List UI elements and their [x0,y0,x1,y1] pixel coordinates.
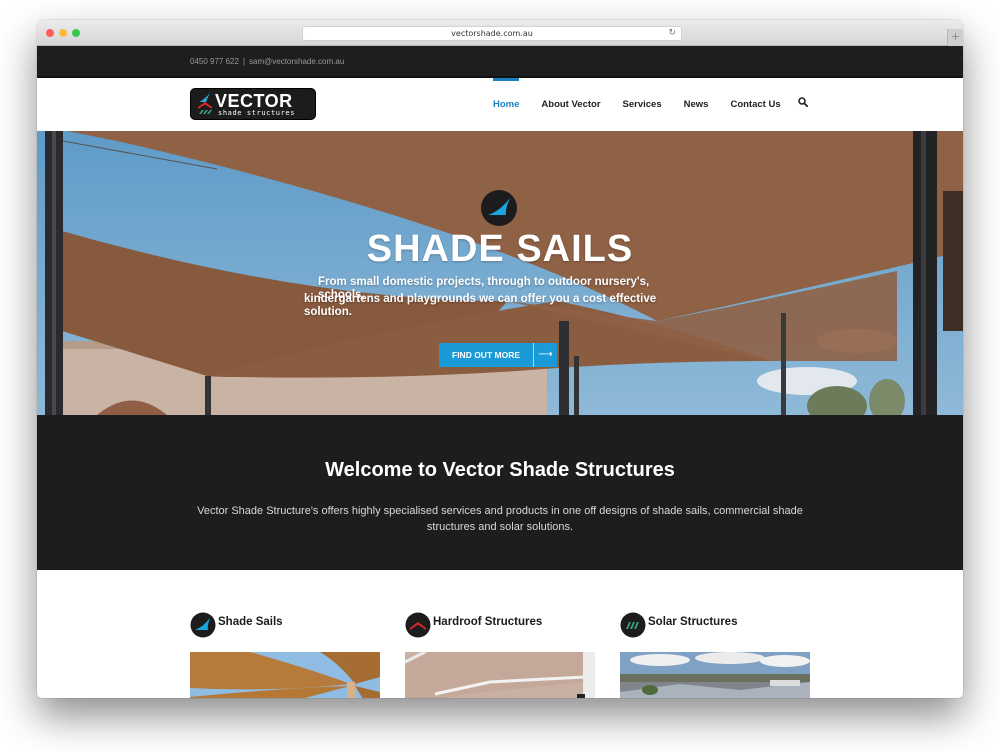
minimize-window-button[interactable] [59,29,67,37]
welcome-section: Welcome to Vector Shade Structures Vecto… [37,415,963,570]
contact-info: 0450 977 622 | sam@vectorshade.com.au [190,57,344,66]
nav-home[interactable]: Home [493,78,520,131]
nav-news[interactable]: News [684,78,709,131]
maximize-window-button[interactable] [72,29,80,37]
reload-icon[interactable]: ↻ [668,27,676,40]
hero-description: From small domestic projects, through to… [304,276,704,319]
service-header: Shade Sails [190,612,380,638]
main-nav: Home About Vector Services News Contact … [493,78,803,131]
solar-icon [620,612,646,638]
services-section: Shade Sails Hardroof Structures Solar St… [37,570,963,698]
new-tab-button[interactable]: + [947,29,963,46]
site-header: VECTOR shade structures Home About Vecto… [37,78,963,131]
shade-sails-image[interactable] [190,652,380,698]
site-logo[interactable]: VECTOR shade structures [190,88,316,120]
nav-about-vector[interactable]: About Vector [541,78,600,131]
email-link[interactable]: sam@vectorshade.com.au [249,57,344,66]
logo-tagline: shade structures [218,109,296,117]
url-text: vectorshade.com.au [451,29,533,38]
browser-titlebar: vectorshade.com.au ↻ + [37,20,963,46]
shade-sail-icon [481,190,517,226]
hero-text-line: kindergartens and playgrounds we can off… [304,293,657,305]
find-out-more-button[interactable]: FIND OUT MORE ⟶ [439,343,557,367]
hardroof-image[interactable] [405,652,595,698]
welcome-title: Welcome to Vector Shade Structures [325,459,675,481]
hero-text-line: solution. [304,306,352,318]
shade-sail-icon [190,612,216,638]
hero-text-line: From small domestic projects, through to… [318,276,650,288]
service-header: Hardroof Structures [405,612,595,638]
hero-background-image [37,131,963,415]
service-card-shade-sails[interactable]: Shade Sails [190,612,380,698]
find-out-more-label: FIND OUT MORE [439,343,533,367]
hardroof-icon [405,612,431,638]
hero-title: SHADE SAILS [366,228,634,270]
service-card-hardroof[interactable]: Hardroof Structures [405,612,595,698]
service-title[interactable]: Solar Structures [648,616,737,628]
service-title[interactable]: Hardroof Structures [433,616,542,628]
phone-link[interactable]: 0450 977 622 [190,57,239,66]
search-icon[interactable] [798,97,808,107]
service-header: Solar Structures [620,612,810,638]
close-window-button[interactable] [46,29,54,37]
welcome-body: Vector Shade Structure's offers highly s… [197,505,803,533]
service-card-solar[interactable]: Solar Structures [620,612,810,698]
solar-image[interactable] [620,652,810,698]
hero-slider: SHADE SAILS From small domestic projects… [37,131,963,415]
nav-contact-us[interactable]: Contact Us [730,78,780,131]
nav-services[interactable]: Services [623,78,662,131]
address-bar[interactable]: vectorshade.com.au ↻ [302,26,682,41]
browser-window: vectorshade.com.au ↻ + 0450 977 622 | sam@… [37,20,963,698]
service-title[interactable]: Shade Sails [218,616,283,628]
top-contact-bar: 0450 977 622 | sam@vectorshade.com.au [37,46,963,78]
contact-separator: | [242,57,246,66]
logo-mark-icon [198,93,212,114]
arrow-right-icon: ⟶ [533,343,557,367]
